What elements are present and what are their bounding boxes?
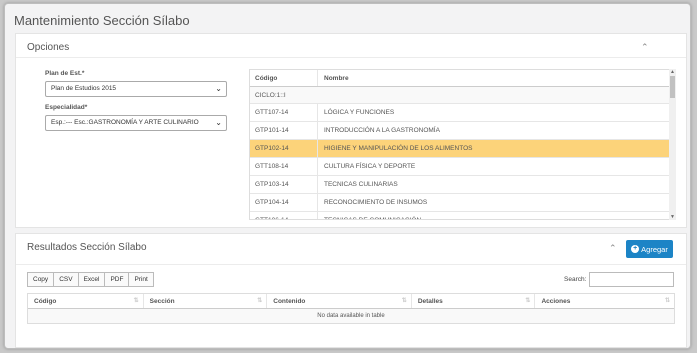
table-row[interactable]: GTP103-14 TECNICAS CULINARIAS xyxy=(250,176,674,194)
column-header-label: Acciones xyxy=(541,298,571,305)
plan-select[interactable]: Plan de Estudios 2015 ⌄ xyxy=(45,81,227,97)
column-header-code: Código xyxy=(250,70,318,86)
add-button-label: Agregar xyxy=(641,244,668,254)
table-scrollbar[interactable]: ▲ ▼ xyxy=(669,69,676,220)
column-header-name: Nombre xyxy=(324,74,349,82)
courses-table-header: Código Nombre xyxy=(250,70,674,87)
plan-select-value: Plan de Estudios 2015 xyxy=(51,85,117,92)
column-header[interactable]: Sección ⇅ xyxy=(144,294,268,308)
panel-divider xyxy=(16,264,686,265)
resultados-title: Resultados Sección Sílabo xyxy=(27,242,147,253)
table-row[interactable]: GTP101-14 INTRODUCCIÓN A LA GASTRONOMÍA xyxy=(250,122,674,140)
results-table-header: Código ⇅ Sección ⇅ Contenido ⇅ Detalles ⇅ Accion… xyxy=(28,294,674,309)
resultados-panel: Resultados Sección Sílabo ⌃ + Agregar Co… xyxy=(15,233,687,348)
column-header-label: Sección xyxy=(149,298,175,305)
course-code: GTP102-14 xyxy=(250,140,318,157)
plus-icon: + xyxy=(631,245,640,253)
export-buttons: Copy CSV Excel PDF Print xyxy=(27,272,154,287)
scroll-up-icon[interactable]: ▲ xyxy=(670,69,675,75)
page-title: Mantenimiento Sección Sílabo xyxy=(14,13,190,28)
course-name: RECONOCIMIENTO DE INSUMOS xyxy=(324,199,428,206)
table-row[interactable]: GTP102-14 HIGIENE Y MANIPULACIÓN DE LOS A… xyxy=(250,140,674,158)
cycle-label: CICLO:1::I xyxy=(255,91,286,99)
panel-divider xyxy=(16,57,686,58)
export-button-pdf[interactable]: PDF xyxy=(104,272,130,287)
course-code: GTT108-14 xyxy=(250,158,318,175)
column-header-label: Detalles xyxy=(417,298,443,305)
search-label: Search: xyxy=(564,276,587,283)
column-header[interactable]: Acciones ⇅ xyxy=(535,294,674,308)
column-header[interactable]: Código ⇅ xyxy=(28,294,144,308)
course-code: GTP104-14 xyxy=(250,194,318,211)
export-button-copy[interactable]: Copy xyxy=(27,272,55,287)
export-button-excel[interactable]: Excel xyxy=(77,272,106,287)
empty-message: No data available in table xyxy=(28,309,674,323)
course-name: LÓGICA Y FUNCIONES xyxy=(324,109,395,116)
course-name: CULTURA FÍSICA Y DEPORTE xyxy=(324,163,416,170)
table-row[interactable]: GTT106-14TECNICAS DE COMUNICACIÓN xyxy=(250,212,674,219)
especialidad-label: Especialidad* xyxy=(45,104,88,111)
chevron-down-icon: ⌄ xyxy=(215,118,222,127)
sort-icon: ⇅ xyxy=(401,298,407,304)
cycle-row: CICLO:1::I xyxy=(250,87,674,104)
course-code: GTP103-14 xyxy=(250,176,318,193)
opciones-panel: Opciones ⌃ Plan de Est.* Plan de Estudio… xyxy=(15,33,687,228)
especialidad-select[interactable]: Esp.:--- Esc.:GASTRONOMÍA Y ARTE CULINAR… xyxy=(45,115,227,131)
scroll-down-icon[interactable]: ▼ xyxy=(670,214,675,220)
course-name: HIGIENE Y MANIPULACIÓN DE LOS ALIMENTOS xyxy=(324,145,473,152)
course-code: GTT106-14 xyxy=(250,212,318,219)
column-header-label: Contenido xyxy=(273,298,306,305)
course-name: INTRODUCCIÓN A LA GASTRONOMÍA xyxy=(324,127,440,134)
sort-icon: ⇅ xyxy=(257,298,263,304)
especialidad-select-value: Esp.:--- Esc.:GASTRONOMÍA Y ARTE CULINAR… xyxy=(51,119,199,126)
course-code: GTP101-14 xyxy=(250,122,318,139)
column-header[interactable]: Contenido ⇅ xyxy=(267,294,412,308)
search-input[interactable] xyxy=(589,272,674,287)
course-name: TECNICAS CULINARIAS xyxy=(324,181,398,188)
results-table: Código ⇅ Sección ⇅ Contenido ⇅ Detalles ⇅ Accion… xyxy=(27,293,675,324)
chevron-down-icon: ⌄ xyxy=(215,84,222,93)
sort-icon: ⇅ xyxy=(525,298,531,304)
export-button-print[interactable]: Print xyxy=(128,272,154,287)
main-window: Mantenimiento Sección Sílabo Opciones ⌃ … xyxy=(4,3,691,349)
chevron-up-icon[interactable]: ⌃ xyxy=(641,42,649,53)
scroll-thumb[interactable] xyxy=(670,76,675,98)
add-button[interactable]: + Agregar xyxy=(626,240,673,258)
table-row[interactable]: GTT107-14 LÓGICA Y FUNCIONES xyxy=(250,104,674,122)
opciones-title: Opciones xyxy=(27,42,70,53)
column-header-label: Código xyxy=(34,298,57,305)
courses-table: Código Nombre CICLO:1::I GTT107-14 LÓGICA… xyxy=(249,69,675,220)
chevron-up-icon[interactable]: ⌃ xyxy=(609,243,617,254)
export-button-csv[interactable]: CSV xyxy=(53,272,79,287)
plan-label: Plan de Est.* xyxy=(45,70,85,77)
table-row[interactable]: GTP104-14 RECONOCIMIENTO DE INSUMOS xyxy=(250,194,674,212)
table-row[interactable]: GTT108-14 CULTURA FÍSICA Y DEPORTE xyxy=(250,158,674,176)
column-header[interactable]: Detalles ⇅ xyxy=(412,294,536,308)
sort-icon: ⇅ xyxy=(133,298,139,304)
course-code: GTT107-14 xyxy=(250,104,318,121)
sort-icon: ⇅ xyxy=(664,298,670,304)
course-name: TECNICAS DE COMUNICACIÓN xyxy=(318,217,421,219)
